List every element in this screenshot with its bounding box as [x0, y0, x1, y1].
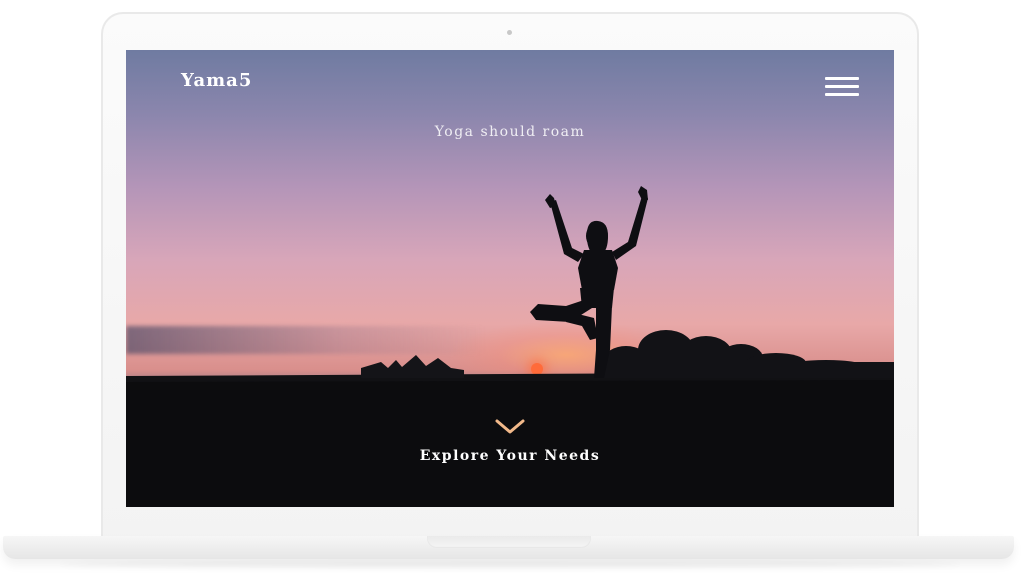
hero-tagline: Yoga should roam	[434, 124, 586, 140]
hero-silhouette-image	[126, 186, 894, 382]
menu-bar-top	[825, 77, 859, 80]
laptop-mockup: Yama5 Yoga should roam Explore Your Need…	[0, 0, 1031, 573]
laptop-shadow	[60, 560, 960, 568]
laptop-notch	[427, 536, 591, 548]
explore-needs-link[interactable]: Explore Your Needs	[126, 448, 894, 464]
chevron-down-icon[interactable]	[495, 418, 525, 436]
webcam	[507, 30, 512, 35]
hamburger-menu-icon[interactable]	[825, 77, 859, 97]
hero-section: Yama5 Yoga should roam Explore Your Need…	[126, 50, 894, 507]
menu-bar-middle	[825, 85, 859, 88]
brand-logo[interactable]: Yama5	[181, 70, 252, 91]
menu-bar-bottom	[825, 93, 859, 96]
